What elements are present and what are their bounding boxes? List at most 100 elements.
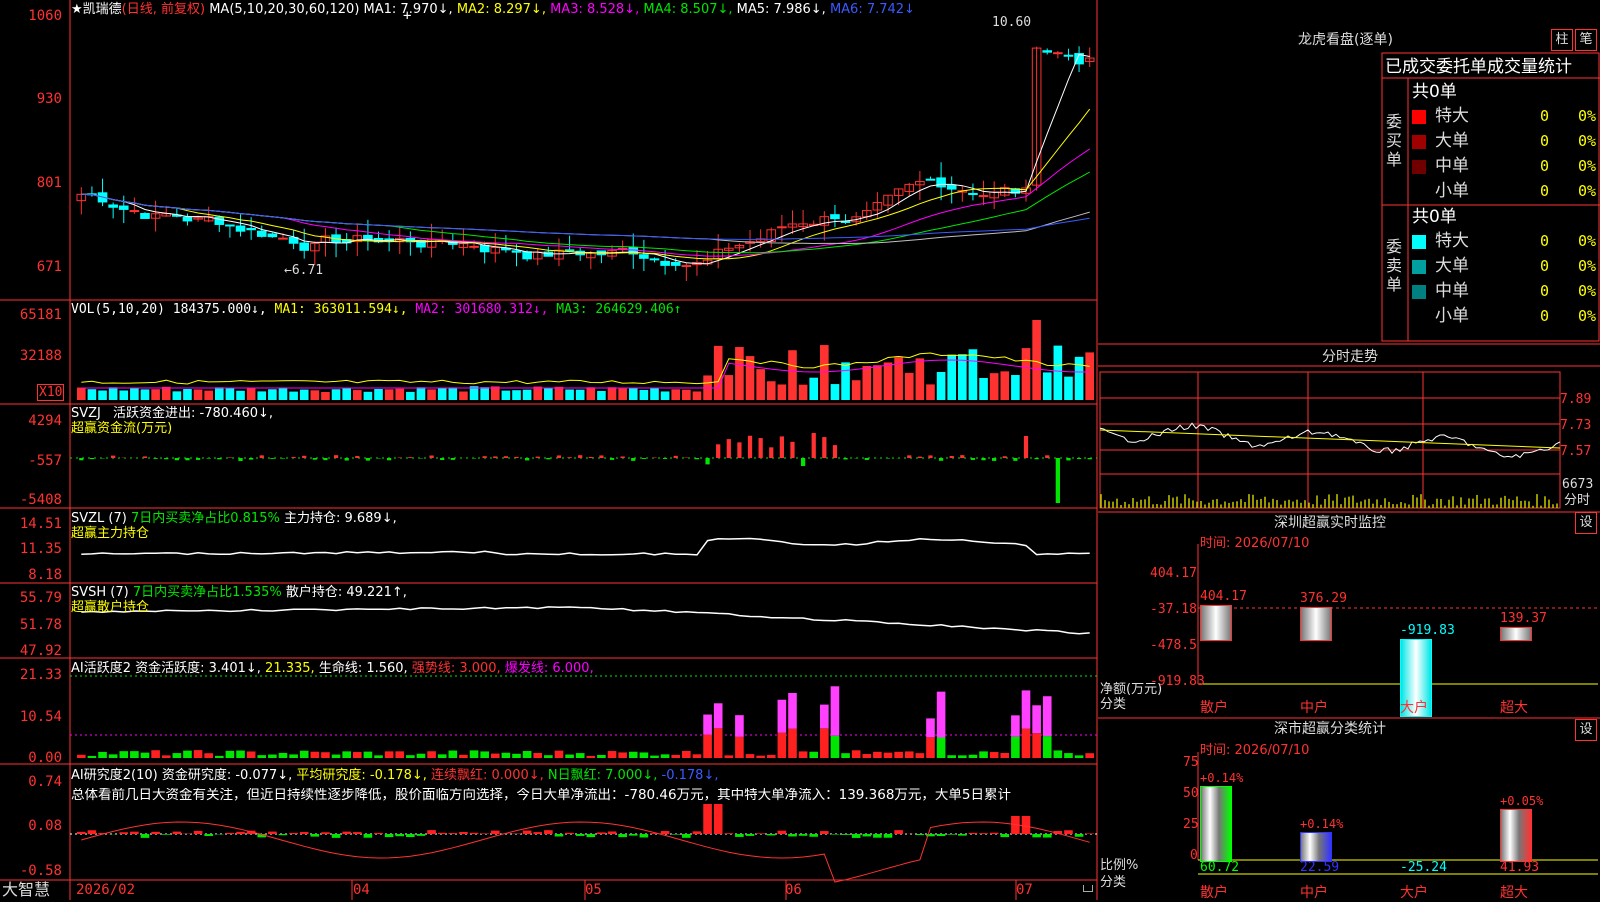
svsh-axis-1: 55.79 bbox=[2, 591, 62, 606]
ai3-bar bbox=[1000, 834, 1009, 837]
buy-row-count: 0 bbox=[1540, 156, 1549, 176]
ai3-bar bbox=[1064, 830, 1073, 834]
ai3-bar bbox=[173, 832, 182, 834]
volume-bar bbox=[767, 381, 776, 400]
volume-bar bbox=[544, 388, 553, 400]
volume-bar bbox=[300, 390, 309, 400]
ai3-bar bbox=[555, 834, 564, 836]
volume-bar bbox=[650, 388, 659, 400]
classify-bar-top: +0.05% bbox=[1500, 794, 1543, 808]
ai3-axis-1: 0.74 bbox=[2, 775, 62, 790]
volume-bar bbox=[1085, 352, 1094, 400]
monitor-bar bbox=[1200, 605, 1232, 641]
kline-header: ★凯瑞德(日线, 前复权) MA(5,10,20,30,60,120) MA1:… bbox=[71, 2, 915, 17]
ai2-bar bbox=[809, 752, 818, 758]
ai3-bar bbox=[533, 832, 542, 834]
volume-bar bbox=[587, 387, 596, 400]
candle-down bbox=[947, 185, 956, 189]
volume-bar bbox=[831, 384, 840, 400]
volume-bar bbox=[183, 389, 192, 400]
classify-settings-button[interactable]: 设 bbox=[1575, 719, 1597, 741]
monitor-bar-value: 376.29 bbox=[1300, 591, 1347, 606]
monitor-title: 深圳超赢实时监控 bbox=[1100, 516, 1560, 531]
kline-mode[interactable]: (日线, 前复权) bbox=[122, 2, 205, 17]
ai3-bar bbox=[353, 832, 362, 834]
classify-bar-value: 60.72 bbox=[1200, 860, 1239, 875]
ai2-bar bbox=[576, 753, 585, 758]
classify-axis-4: 0 bbox=[1190, 848, 1198, 863]
stock-name[interactable]: ★凯瑞德 bbox=[71, 2, 122, 17]
ai2-bar bbox=[533, 753, 542, 758]
ai3-bar bbox=[1043, 834, 1052, 838]
volume-bar bbox=[459, 391, 468, 400]
ai2-bar-burst bbox=[1032, 705, 1041, 733]
footer-date-1: 2026/02 bbox=[76, 883, 135, 898]
ai3-bar bbox=[682, 834, 691, 838]
footer-date-3: 05 bbox=[585, 883, 602, 898]
sell-row-count: 0 bbox=[1540, 231, 1549, 251]
ai2-bar bbox=[470, 750, 479, 758]
ai2-bar bbox=[141, 753, 150, 758]
classify-bar bbox=[1300, 832, 1332, 862]
ai3-bar bbox=[470, 833, 479, 834]
tick-view-button[interactable]: 笔 bbox=[1575, 29, 1597, 51]
ai3-bar bbox=[735, 834, 744, 837]
ai2-bar bbox=[926, 737, 935, 758]
svzl-axis-2: 11.35 bbox=[2, 542, 62, 557]
ai3-bar bbox=[714, 804, 723, 834]
volume-bar bbox=[1011, 375, 1020, 400]
candle-down bbox=[109, 205, 118, 207]
vol-axis-1: 65181 bbox=[2, 308, 62, 323]
ai2-bar bbox=[650, 756, 659, 758]
ai2-bar bbox=[841, 753, 850, 758]
svzj-axis-1: 4294 bbox=[2, 414, 62, 429]
chart-area[interactable] bbox=[0, 0, 1098, 900]
ai2-t5: 爆发线: 6.000, bbox=[505, 661, 594, 676]
volume-bar bbox=[947, 355, 956, 400]
ai2-bar bbox=[969, 755, 978, 758]
footer-date-5: 07 bbox=[1016, 883, 1033, 898]
ai2-axis-3: 0.00 bbox=[2, 751, 62, 766]
buy-orders-label: 委买单 bbox=[1386, 112, 1404, 169]
kline-axis-2: 930 bbox=[2, 92, 62, 107]
ai2-bar bbox=[979, 751, 988, 758]
monitor-axis-2: -37.18 bbox=[1150, 602, 1197, 617]
classify-bar-label: 中户 bbox=[1300, 882, 1328, 902]
svzj-text: 活跃资金进出: -780.460↓, bbox=[113, 406, 273, 421]
volume-bar bbox=[194, 389, 203, 400]
classify-axis-3: 25 bbox=[1183, 817, 1199, 832]
ai2-bar-burst bbox=[820, 705, 829, 729]
ai2-bar-burst bbox=[926, 718, 935, 737]
ai3-bar bbox=[194, 831, 203, 834]
ai2-label: AI活跃度2 bbox=[71, 661, 131, 676]
svsh-axis-3: 47.92 bbox=[2, 644, 62, 659]
ai3-bar bbox=[544, 830, 553, 834]
ai3-bar bbox=[587, 834, 596, 837]
kline-axis-4: 671 bbox=[2, 260, 62, 275]
candle-down bbox=[247, 228, 256, 229]
buy-row-count: 0 bbox=[1540, 106, 1549, 126]
candle-down bbox=[480, 245, 489, 251]
volume-bar bbox=[321, 392, 330, 400]
ai2-bar bbox=[608, 751, 617, 758]
ai2-bar bbox=[321, 752, 330, 758]
ai2-bar bbox=[1064, 753, 1073, 758]
candle-down bbox=[300, 243, 309, 250]
ai3-bar bbox=[809, 834, 818, 837]
svsh-axis-2: 51.78 bbox=[2, 618, 62, 633]
candle-down bbox=[1064, 55, 1073, 56]
volume-bar bbox=[576, 390, 585, 400]
kline-axis-3: 801 bbox=[2, 176, 62, 191]
monitor-bar-value: 139.37 bbox=[1500, 611, 1547, 626]
brand-logo: 大智慧 bbox=[2, 880, 50, 900]
column-view-button[interactable]: 柱 bbox=[1551, 29, 1573, 51]
lock-icon[interactable] bbox=[1083, 885, 1093, 892]
ai3-bar bbox=[417, 834, 426, 836]
ai2-bar bbox=[502, 753, 511, 758]
monitor-settings-button[interactable]: 设 bbox=[1575, 512, 1597, 534]
ai2-bar bbox=[778, 733, 787, 758]
volume-bar bbox=[512, 390, 521, 400]
ai2-bar bbox=[289, 754, 298, 758]
vol-ma3: MA3: 264629.406↑ bbox=[556, 302, 681, 317]
volume-bar bbox=[342, 388, 351, 400]
